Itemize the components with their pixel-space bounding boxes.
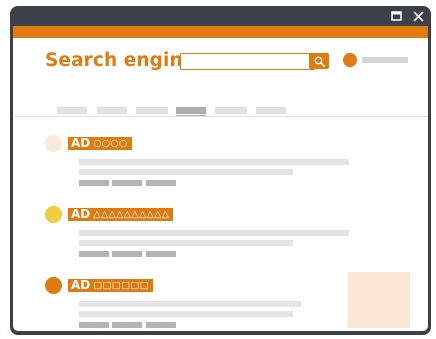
result-favicon [45,206,62,223]
close-button[interactable] [412,10,424,22]
header-divider [13,116,428,117]
user-avatar[interactable] [343,53,357,67]
sitelink-3[interactable] [146,180,176,186]
ad-title-link[interactable]: AD ○○○○ [68,137,132,150]
ad-title-text: △△△△△△△△△△ [93,209,170,220]
snippet-line-2 [79,169,293,175]
sitelink-2[interactable] [112,251,142,257]
search-button[interactable] [309,53,329,69]
maximize-button[interactable] [390,10,402,22]
sitelink-3[interactable] [146,322,176,328]
browser-window: Search engine AD ○○○○ AD △△△△△△△△△△ AD □… [10,6,431,335]
tab-1[interactable] [57,107,87,114]
sitelink-1[interactable] [79,251,109,257]
tab-4-active[interactable] [176,107,206,114]
result-favicon [45,135,62,152]
user-name-placeholder [362,57,408,63]
tab-3[interactable] [136,107,168,114]
sitelink-1[interactable] [79,322,109,328]
close-icon [413,11,423,21]
ad-badge: AD [71,207,91,221]
snippet-line-2 [79,311,293,317]
ad-title-link[interactable]: AD □□□□□□ [68,279,153,292]
magnifier-icon [314,56,325,67]
sitelink-2[interactable] [112,322,142,328]
result-favicon [45,277,62,294]
page-content: Search engine AD ○○○○ AD △△△△△△△△△△ AD □… [13,38,428,331]
ad-badge: AD [71,278,91,292]
ad-thumbnail-image[interactable] [348,272,410,328]
tab-5[interactable] [215,107,247,114]
ad-title-text: ○○○○ [93,138,128,149]
snippet-line-2 [79,240,293,246]
sitelink-2[interactable] [112,180,142,186]
snippet-line-1 [79,230,349,236]
site-logo[interactable]: Search engine [45,50,195,71]
sitelink-3[interactable] [146,251,176,257]
search-input[interactable] [180,53,315,70]
ad-result-2: AD △△△△△△△△△△ [13,206,428,270]
maximize-icon [390,11,402,21]
title-bar [10,6,431,26]
ad-badge: AD [71,136,91,150]
ad-result-1: AD ○○○○ [13,135,428,199]
sitelink-1[interactable] [79,180,109,186]
tab-6[interactable] [256,107,286,114]
snippet-line-1 [79,159,349,165]
ad-title-link[interactable]: AD △△△△△△△△△△ [68,207,174,221]
ad-title-text: □□□□□□ [93,280,149,291]
accent-strip [13,26,428,38]
snippet-line-1 [79,301,301,307]
tab-2[interactable] [97,107,127,114]
